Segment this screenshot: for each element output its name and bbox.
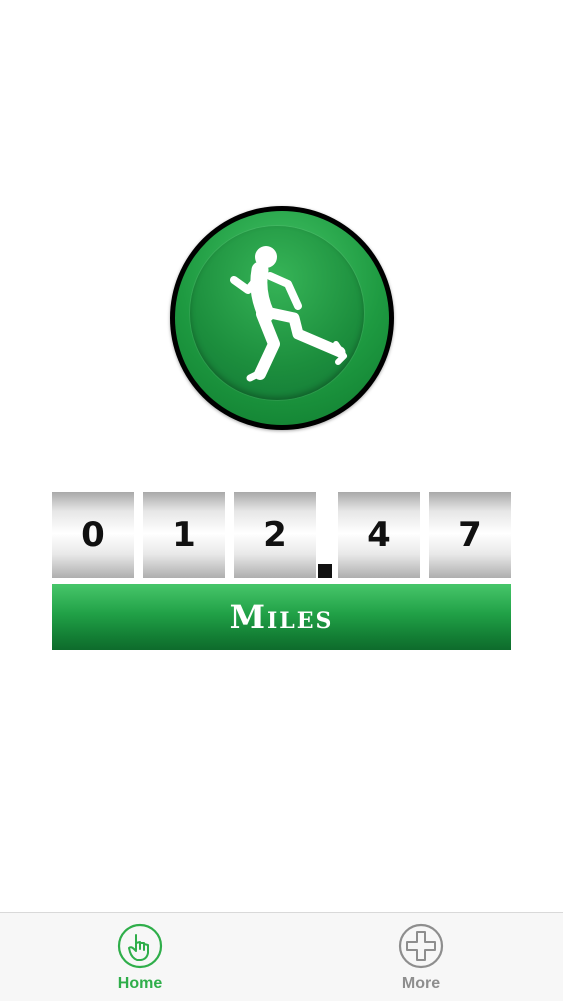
app-screen: 0 1 2 4 7 Miles Home More [0,0,563,1001]
tab-home-label: Home [117,975,163,992]
odometer-digit: 1 [143,492,225,578]
tab-home[interactable]: Home [70,923,210,1001]
plus-circle-icon [398,923,444,969]
running-figure-icon [230,246,347,382]
tab-more-label: More [401,975,441,992]
units-bar: Miles [52,584,511,650]
units-label: Miles [229,598,334,636]
odometer-digit: 7 [429,492,511,578]
start-run-button[interactable] [170,206,394,430]
odometer-digit: 2 [234,492,316,578]
hand-pointer-icon [117,923,163,969]
distance-odometer: 0 1 2 4 7 [52,492,511,580]
odometer-digit: 0 [52,492,134,578]
tab-more[interactable]: More [351,923,491,1001]
decimal-point [318,564,332,578]
tab-bar: Home More [0,912,563,1001]
odometer-digit: 4 [338,492,420,578]
